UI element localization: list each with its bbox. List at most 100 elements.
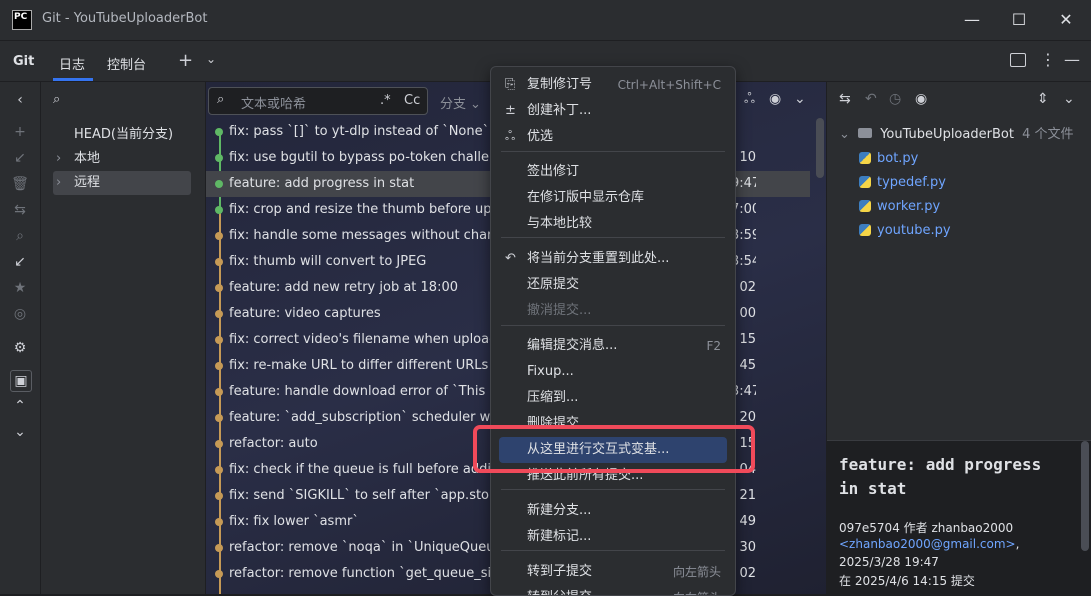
commit-message: feature: handle download error of `This … bbox=[229, 384, 495, 399]
file-name: worker.py bbox=[877, 199, 941, 214]
title-bar: PC Git - YouTubeUploaderBot — ☐ ✕ bbox=[0, 0, 1091, 41]
branch-group-local[interactable]: › 本地 bbox=[41, 147, 205, 171]
commit-message: refactor: remove function `get_queue_siz… bbox=[229, 566, 495, 581]
tab-log[interactable]: 日志 bbox=[59, 54, 85, 73]
add-tab-icon[interactable]: + bbox=[178, 50, 193, 71]
menu-item-label: 签出修订 bbox=[527, 164, 580, 179]
menu-item-label: 编辑提交消息... bbox=[527, 338, 618, 353]
collapse-all-icon[interactable]: ⌄ bbox=[10, 422, 30, 442]
chevron-down-icon[interactable]: ⌄ bbox=[206, 52, 216, 66]
email-suffix: , bbox=[1015, 537, 1020, 551]
delete-icon[interactable]: 🗑 bbox=[10, 174, 30, 194]
minimize-icon[interactable]: — bbox=[960, 8, 984, 32]
commit-node-icon bbox=[215, 388, 223, 396]
match-case-toggle[interactable]: Cc bbox=[404, 93, 420, 108]
tab-console[interactable]: 控制台 bbox=[107, 54, 146, 73]
collapse-all-icon[interactable]: ⌄ bbox=[1063, 91, 1075, 107]
expand-all-icon[interactable]: ⇕ bbox=[1037, 91, 1049, 107]
expand-all-icon[interactable]: ⌃ bbox=[10, 396, 30, 416]
file-count: 4 个文件 bbox=[1022, 127, 1074, 142]
search-icon: ⌕ bbox=[217, 92, 225, 107]
commit-node-icon bbox=[215, 258, 223, 266]
file-name: bot.py bbox=[877, 151, 919, 166]
file-name: typedef.py bbox=[877, 175, 946, 190]
changed-file[interactable]: bot.py bbox=[859, 147, 919, 171]
compare-icon[interactable]: ⇆ bbox=[839, 91, 851, 107]
regex-toggle[interactable]: .* bbox=[380, 93, 391, 108]
menu-item[interactable]: Fixup... bbox=[499, 359, 727, 385]
python-file-icon bbox=[859, 200, 871, 212]
search-icon[interactable]: ⌕ bbox=[10, 226, 30, 246]
commit-node-icon bbox=[215, 492, 223, 500]
maximize-icon[interactable]: ☐ bbox=[1007, 8, 1031, 32]
branch-group-remote[interactable]: › 远程 bbox=[53, 171, 191, 195]
menu-item[interactable]: 与本地比较 bbox=[499, 211, 727, 237]
menu-item[interactable]: 压缩到... bbox=[499, 385, 727, 411]
revert-icon[interactable]: ↶ bbox=[865, 91, 877, 107]
commit-node-icon bbox=[215, 206, 223, 214]
branch-head[interactable]: HEAD(当前分支) bbox=[41, 123, 205, 147]
active-tab-indicator bbox=[53, 78, 93, 81]
commit-message: fix: pass `[]` to yt-dlp instead of `Non… bbox=[229, 124, 495, 139]
branch-head-label: HEAD(当前分支) bbox=[74, 127, 174, 142]
menu-item[interactable]: 还原提交 bbox=[499, 272, 727, 298]
track-icon[interactable]: ◎ bbox=[10, 304, 30, 324]
changes-root[interactable]: ⌄ YouTubeUploaderBot 4 个文件 bbox=[839, 123, 1073, 147]
history-icon[interactable]: ◷ bbox=[889, 91, 901, 107]
menu-item[interactable]: ± 创建补丁... bbox=[499, 98, 727, 124]
email-link[interactable]: <zhanbao2000@gmail.com> bbox=[839, 537, 1016, 551]
menu-item[interactable]: 签出修订 bbox=[499, 159, 727, 185]
menu-item[interactable]: 转到子提交 向左箭头 bbox=[499, 559, 727, 585]
patch-icon: ± bbox=[505, 103, 516, 118]
chevron-down-icon[interactable]: ⌄ bbox=[794, 91, 806, 107]
eye-icon[interactable]: ◉ bbox=[915, 91, 927, 107]
settings-icon[interactable]: ⚙ bbox=[10, 338, 30, 358]
compare-icon[interactable]: ⇆ bbox=[10, 200, 30, 220]
log-search-input[interactable]: ⌕ 文本或哈希 .* Cc bbox=[208, 87, 428, 115]
group-by-icon[interactable]: ▣ bbox=[10, 370, 32, 392]
close-icon[interactable]: ✕ bbox=[1054, 8, 1078, 32]
changed-file[interactable]: typedef.py bbox=[859, 171, 946, 195]
commit-node-icon bbox=[215, 570, 223, 578]
cherry-pick-icon[interactable]: ஃ bbox=[744, 91, 755, 109]
highlight-annotation bbox=[473, 425, 755, 473]
changed-file[interactable]: worker.py bbox=[859, 195, 941, 219]
menu-item[interactable]: ஃ 优选 bbox=[499, 124, 727, 150]
update-icon[interactable]: ↙ bbox=[10, 148, 30, 168]
search-icon[interactable]: ⌕ bbox=[53, 92, 60, 107]
menu-item-shortcut: F2 bbox=[706, 339, 721, 353]
favorite-icon[interactable]: ★ bbox=[10, 278, 30, 298]
menu-item[interactable]: ⎘ 复制修订号 Ctrl+Alt+Shift+C bbox=[499, 72, 727, 98]
menu-separator bbox=[501, 489, 725, 490]
log-scrollbar[interactable] bbox=[816, 118, 824, 178]
commit-node-icon bbox=[215, 414, 223, 422]
new-branch-icon[interactable]: + bbox=[10, 122, 30, 142]
menu-item[interactable]: ↶ 将当前分支重置到此处... bbox=[499, 246, 727, 272]
menu-item[interactable]: 编辑提交消息... F2 bbox=[499, 333, 727, 359]
eye-icon[interactable]: ◉ bbox=[769, 91, 781, 107]
python-file-icon bbox=[859, 152, 871, 164]
copy-icon: ⎘ bbox=[505, 77, 516, 92]
commit-message: fix: handle some messages without channe bbox=[229, 228, 495, 243]
menu-separator bbox=[501, 237, 725, 238]
commit-message: fix: check if the queue is full before a… bbox=[229, 462, 495, 477]
collapse-left-icon[interactable]: ‹ bbox=[10, 90, 30, 110]
commit-message: refactor: remove `noqa` in `UniqueQueue` bbox=[229, 540, 495, 555]
hide-icon[interactable]: — bbox=[1064, 50, 1080, 69]
branch-filter[interactable]: 分支 ⌄ bbox=[440, 93, 481, 112]
menu-item-label: 创建补丁... bbox=[527, 103, 592, 118]
more-options-icon[interactable]: ⋮ bbox=[1040, 50, 1056, 69]
author-email[interactable]: <zhanbao2000@gmail.com>, bbox=[839, 537, 1019, 551]
menu-item[interactable]: 在修订版中显示仓库 bbox=[499, 185, 727, 211]
left-toolbar: ‹ + ↙ 🗑 ⇆ ⌕ ↙ ★ ◎ ⚙ ▣ ⌃ ⌄ bbox=[0, 82, 41, 594]
commit-title: feature: add progress in stat bbox=[839, 455, 1042, 498]
menu-item[interactable]: 新建标记... bbox=[499, 524, 727, 550]
fetch-icon[interactable]: ↙ bbox=[10, 252, 30, 272]
commit-node-icon bbox=[215, 180, 223, 188]
menu-item[interactable]: 转到父提交 向右箭头 bbox=[499, 585, 727, 595]
menu-item-label: 转到父提交 bbox=[527, 585, 592, 595]
layout-icon[interactable] bbox=[1010, 53, 1026, 67]
details-scrollbar[interactable] bbox=[1081, 441, 1089, 551]
changed-file[interactable]: youtube.py bbox=[859, 219, 951, 243]
menu-item[interactable]: 新建分支... bbox=[499, 498, 727, 524]
